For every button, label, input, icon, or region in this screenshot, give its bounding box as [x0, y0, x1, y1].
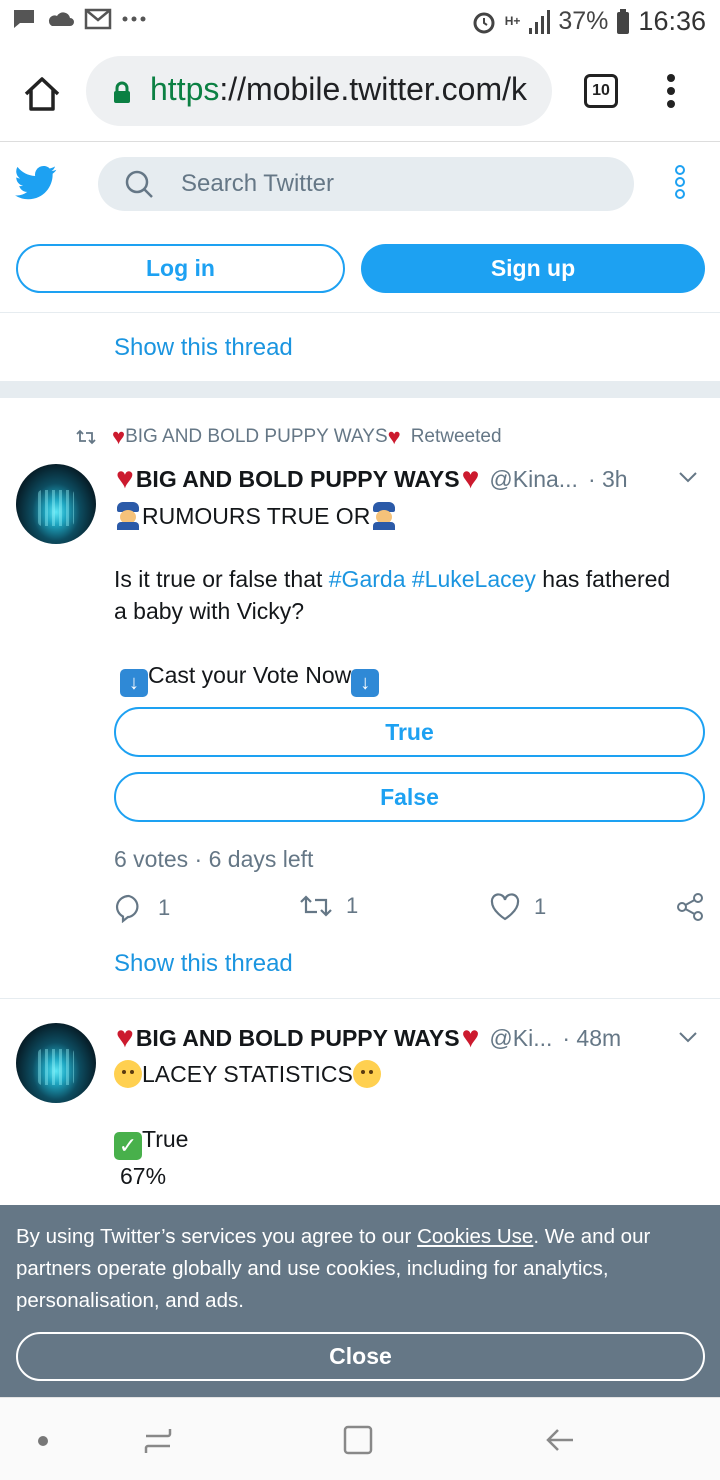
reply-icon [116, 894, 139, 923]
twitter-header: Search Twitter Log in Sign up [0, 143, 720, 313]
twitter-logo-icon[interactable] [15, 165, 57, 201]
close-cookie-button[interactable]: Close [16, 1332, 705, 1381]
retweet-icon [76, 429, 96, 445]
search-box[interactable]: Search Twitter [98, 157, 634, 211]
tweet-time[interactable]: · 3h [588, 466, 628, 493]
cookie-notice-text: By using Twitter’s services you agree to… [16, 1225, 651, 1312]
system-navigation-bar [0, 1397, 720, 1480]
show-thread-link[interactable]: Show this thread [114, 334, 293, 362]
tweet-headline: RUMOURS TRUE OR [114, 500, 398, 532]
author-name[interactable]: BIG AND BOLD PUPPY WAYS [136, 1025, 460, 1052]
poll-option-false[interactable]: False [114, 772, 705, 822]
tweet-headline: LACEY STATISTICS [114, 1058, 381, 1090]
like-button[interactable]: 1 [490, 893, 546, 921]
retweet-button[interactable]: 1 [300, 893, 358, 919]
cloud-icon [48, 12, 74, 26]
network-type-icon: H+ [504, 14, 521, 28]
lock-icon [114, 81, 130, 103]
search-icon [125, 170, 153, 198]
hashtag-link[interactable]: #Garda [329, 566, 406, 592]
retweet-icon [300, 895, 332, 917]
search-input[interactable]: Search Twitter [181, 170, 334, 198]
home-icon[interactable] [22, 74, 62, 114]
hashtag-link[interactable]: #LukeLacey [412, 566, 536, 592]
status-bar: H+ 37% 16:36 [0, 0, 720, 44]
recent-apps-icon[interactable] [142, 1424, 174, 1456]
section-divider [0, 381, 720, 398]
baby-emoji-icon [352, 1060, 381, 1088]
back-arrow-icon[interactable] [544, 1424, 576, 1456]
heart-emoji-icon: ♥ [116, 1021, 134, 1054]
baby-emoji-icon [114, 1060, 142, 1088]
police-officer-emoji-icon [370, 502, 398, 530]
tweet-actions: 1 1 1 [114, 893, 714, 927]
login-button[interactable]: Log in [16, 244, 345, 293]
chevron-down-icon[interactable] [678, 1030, 698, 1044]
heart-emoji-icon: ♥ [116, 462, 134, 495]
reply-button[interactable]: 1 [114, 893, 170, 923]
tweet-time[interactable]: · 48m [562, 1025, 621, 1052]
chevron-down-icon[interactable] [678, 470, 698, 484]
browser-menu-icon[interactable] [664, 74, 678, 114]
browser-toolbar: https://mobile.twitter.com/k 10 [0, 44, 720, 142]
show-thread-link[interactable]: Show this thread [114, 950, 293, 978]
retweet-count: 1 [346, 893, 359, 918]
author-name[interactable]: BIG AND BOLD PUPPY WAYS [136, 466, 460, 493]
tweet-result: ✓ True 67% [114, 1123, 188, 1192]
more-dots-icon [122, 16, 146, 22]
reply-count: 1 [158, 895, 171, 920]
poll-option-true[interactable]: True [114, 707, 705, 757]
signal-icon [529, 9, 551, 34]
clock: 16:36 [638, 6, 706, 36]
message-icon [14, 10, 34, 28]
more-options-icon[interactable] [670, 165, 690, 201]
retweeted-label: Retweeted [410, 426, 502, 447]
retweet-context: ♥ BIG AND BOLD PUPPY WAYS ♥ Retweeted [76, 426, 502, 448]
share-button[interactable] [676, 893, 704, 921]
tweet-cta: ↓ Cast your Vote Now ↓ [120, 659, 380, 697]
heart-emoji-icon: ♥ [461, 462, 480, 495]
avatar[interactable] [16, 464, 96, 544]
home-square-icon[interactable] [342, 1424, 374, 1456]
tweet-header: ♥ BIG AND BOLD PUPPY WAYS ♥ @Ki... · 48m [116, 1023, 621, 1053]
avatar[interactable] [16, 1023, 96, 1103]
tweet-body: Is it true or false that #Garda #LukeLac… [114, 566, 671, 624]
battery-icon [617, 8, 630, 34]
battery-percent: 37% [558, 7, 609, 35]
signup-button[interactable]: Sign up [361, 244, 705, 293]
heart-emoji-icon: ♥ [112, 424, 126, 449]
share-icon [677, 893, 703, 921]
author-handle[interactable]: @Kina... [489, 466, 578, 493]
heart-emoji-icon: ♥ [461, 1021, 480, 1054]
alarm-icon [473, 12, 495, 33]
tweet-header: ♥ BIG AND BOLD PUPPY WAYS ♥ @Kina... · 3… [116, 464, 628, 494]
like-count: 1 [534, 894, 547, 919]
url-text: https://mobile.twitter.com/k [150, 71, 528, 107]
tweet-divider [0, 998, 720, 999]
police-officer-emoji-icon [114, 502, 142, 530]
heart-icon [490, 893, 520, 921]
cookies-use-link[interactable]: Cookies Use [417, 1225, 533, 1248]
nav-dot-icon[interactable] [38, 1436, 48, 1446]
address-bar[interactable]: https://mobile.twitter.com/k [86, 56, 552, 126]
gmail-icon [84, 8, 112, 30]
down-arrow-emoji-icon: ↓ [120, 669, 148, 697]
down-arrow-emoji-icon: ↓ [351, 669, 380, 697]
retweeted-by-name[interactable]: BIG AND BOLD PUPPY WAYS [125, 426, 388, 448]
heart-emoji-icon: ♥ [387, 424, 401, 449]
check-mark-emoji-icon: ✓ [114, 1132, 142, 1160]
tab-switcher-button[interactable]: 10 [584, 74, 618, 108]
poll-meta: 6 votes · 6 days left [114, 846, 314, 872]
author-handle[interactable]: @Ki... [489, 1025, 552, 1052]
cookie-banner: By using Twitter’s services you agree to… [0, 1205, 720, 1397]
